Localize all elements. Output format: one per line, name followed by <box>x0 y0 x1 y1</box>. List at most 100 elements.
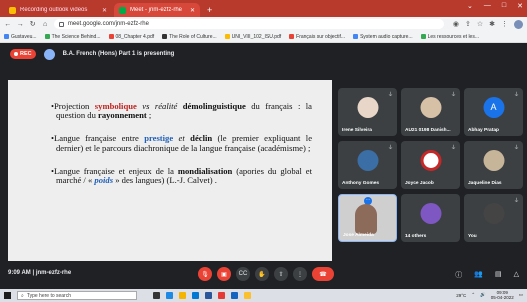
profile-avatar[interactable] <box>514 19 524 29</box>
search-placeholder: Type here to search <box>26 292 72 299</box>
lock-icon <box>58 21 64 27</box>
participant-avatar <box>357 150 378 171</box>
share-icon[interactable]: ⇪ <box>465 20 471 29</box>
info-icon[interactable]: ⓘ <box>455 270 462 280</box>
bookmark-label: Les ressources et les... <box>427 33 480 40</box>
participant-tile[interactable]: ⏚ A Abhay Pratap <box>464 88 523 136</box>
participant-name: Joyce Jacob <box>405 181 434 186</box>
windows-start-icon[interactable] <box>4 292 11 299</box>
bookmark-item[interactable]: The Role of Culture... <box>162 34 217 40</box>
bookmark-item[interactable]: UNI_VIII_102_ISU.pdf <box>224 34 281 40</box>
camera-icon[interactable]: ◉ <box>453 20 459 29</box>
address-bar[interactable]: meet.google.com/jnm-ezfz-rhe <box>53 19 444 29</box>
leave-call-button[interactable]: ☎ <box>312 267 334 281</box>
bookmark-favicon-icon <box>162 34 168 39</box>
mic-off-icon: ⏚ <box>513 198 519 204</box>
mic-toggle-button[interactable]: 🎙 <box>198 267 212 281</box>
extensions-icon[interactable]: ✱ <box>489 20 495 29</box>
forward-icon[interactable]: → <box>16 21 24 28</box>
participant-name: AU21 0198 Danish... <box>405 128 451 133</box>
taskbar-apps <box>153 292 251 299</box>
notification-icon[interactable]: ▭ <box>519 292 523 298</box>
side-panel-controls: ⓘ 👥 ▤ △ <box>455 270 519 280</box>
participant-tile[interactable]: ⏚ AU21 0198 Danish... <box>401 88 460 136</box>
participant-avatar <box>357 97 378 118</box>
close-icon[interactable]: ✕ <box>190 7 195 14</box>
tab-label: Recording outlook videos <box>20 7 88 13</box>
participant-tile[interactable]: ⏚ Joyce Jacob <box>401 141 460 189</box>
taskbar-search[interactable]: ⌕ Type here to search <box>17 291 137 300</box>
app-icon[interactable] <box>244 292 251 299</box>
call-controls: 🎙 ▣ CC ✋ ⇧ ⋮ ☎ <box>198 267 334 281</box>
browser-tab-meet[interactable]: Meet - jnm-ezfz-rhe ✕ <box>114 3 200 17</box>
present-button[interactable]: ⇧ <box>274 267 288 281</box>
store-icon[interactable] <box>192 292 199 299</box>
participant-video <box>355 204 377 234</box>
recording-label: REC <box>20 51 32 57</box>
browser-tab-recording[interactable]: Recording outlook videos ✕ <box>4 3 112 17</box>
search-icon: ⌕ <box>21 292 24 299</box>
meet-control-bar: 9:09 AM | jnm-ezfz-rhe 🎙 ▣ CC ✋ ⇧ ⋮ ☎ ⓘ … <box>0 261 527 289</box>
maximize-icon[interactable]: □ <box>502 2 506 10</box>
file-explorer-icon[interactable] <box>179 292 186 299</box>
participant-avatar <box>483 203 504 224</box>
app-icon[interactable] <box>231 292 238 299</box>
window-controls: ⌄ — □ ✕ <box>467 2 523 10</box>
chrome-icon[interactable] <box>218 292 225 299</box>
windows-taskbar: ⌕ Type here to search 29°C ⌃ 🔊 09:09 05-… <box>0 289 527 302</box>
presenter-avatar <box>43 48 55 60</box>
presenting-text: B.A. French (Hons) Part 1 is presenting <box>62 51 175 57</box>
bookmark-label: The Role of Culture... <box>169 33 217 40</box>
bookmark-item[interactable]: Gustaveu... <box>4 34 37 40</box>
close-window-icon[interactable]: ✕ <box>517 2 523 10</box>
participant-avatar <box>420 97 441 118</box>
bookmark-label: Gustaveu... <box>11 33 37 40</box>
participant-tile[interactable]: ⏚ Irene Silveira <box>338 88 397 136</box>
participant-name: You <box>468 234 477 239</box>
participant-avatar: A <box>483 97 504 118</box>
captions-button[interactable]: CC <box>236 267 250 281</box>
participant-name: Jose Almeida <box>343 233 374 238</box>
bullet-highlight: poids <box>94 174 114 185</box>
participant-name: Abhay Pratap <box>468 128 499 133</box>
chat-icon[interactable]: ▤ <box>495 270 502 280</box>
participant-video-tile[interactable]: ⋯ Jose Almeida <box>338 194 397 242</box>
bookmark-favicon-icon <box>353 34 359 39</box>
home-icon[interactable]: ⌂ <box>41 21 48 28</box>
bookmark-item[interactable]: 08_Chapter 4.pdf <box>108 34 154 40</box>
new-tab-button[interactable]: + <box>202 3 217 17</box>
task-view-icon[interactable] <box>153 292 160 299</box>
bookmark-item[interactable]: The Science Behind... <box>44 34 101 40</box>
participant-tile[interactable]: ⏚ Anthony Gomes <box>338 141 397 189</box>
meeting-info: 9:09 AM | jnm-ezfz-rhe <box>8 270 71 276</box>
record-dot-icon <box>14 52 18 56</box>
close-icon[interactable]: ✕ <box>102 7 107 14</box>
star-icon[interactable]: ☆ <box>477 20 483 29</box>
participant-name: Anthony Gomes <box>342 181 380 186</box>
people-icon[interactable]: 👥 <box>474 270 483 280</box>
bullet-bold: rayonnement <box>98 110 147 121</box>
bookmark-item[interactable]: Français sur objectif... <box>289 34 345 40</box>
edge-icon[interactable] <box>166 292 173 299</box>
activities-icon[interactable]: △ <box>514 270 519 280</box>
bookmark-item[interactable]: Les ressources et les... <box>420 33 480 40</box>
word-icon[interactable] <box>205 292 212 299</box>
participant-name: Jaqueline Dias <box>468 181 502 186</box>
tab-favicon-icon <box>9 6 16 14</box>
participant-tile[interactable]: ⏚ You <box>464 194 523 242</box>
menu-icon[interactable]: ⋮ <box>501 20 508 29</box>
participant-tile[interactable]: ⏚ Jaqueline Dias <box>464 141 523 189</box>
browser-tab-strip: Recording outlook videos ✕ Meet - jnm-ez… <box>0 0 527 17</box>
camera-toggle-button[interactable]: ▣ <box>217 267 231 281</box>
more-options-button[interactable]: ⋮ <box>293 267 307 281</box>
raise-hand-button[interactable]: ✋ <box>255 267 269 281</box>
volume-icon[interactable]: 🔊 <box>480 292 486 298</box>
bookmark-item[interactable]: System audio capture... <box>353 34 413 40</box>
minimize-icon[interactable]: — <box>484 2 491 10</box>
taskbar-clock[interactable]: 09:09 05-04-2022 <box>491 290 514 300</box>
network-icon[interactable]: ⌃ <box>471 292 475 298</box>
reload-icon[interactable]: ↻ <box>29 20 36 28</box>
back-icon[interactable]: ← <box>4 21 11 28</box>
participant-tile[interactable]: 14 others <box>401 194 460 242</box>
chevron-down-icon[interactable]: ⌄ <box>467 2 473 10</box>
